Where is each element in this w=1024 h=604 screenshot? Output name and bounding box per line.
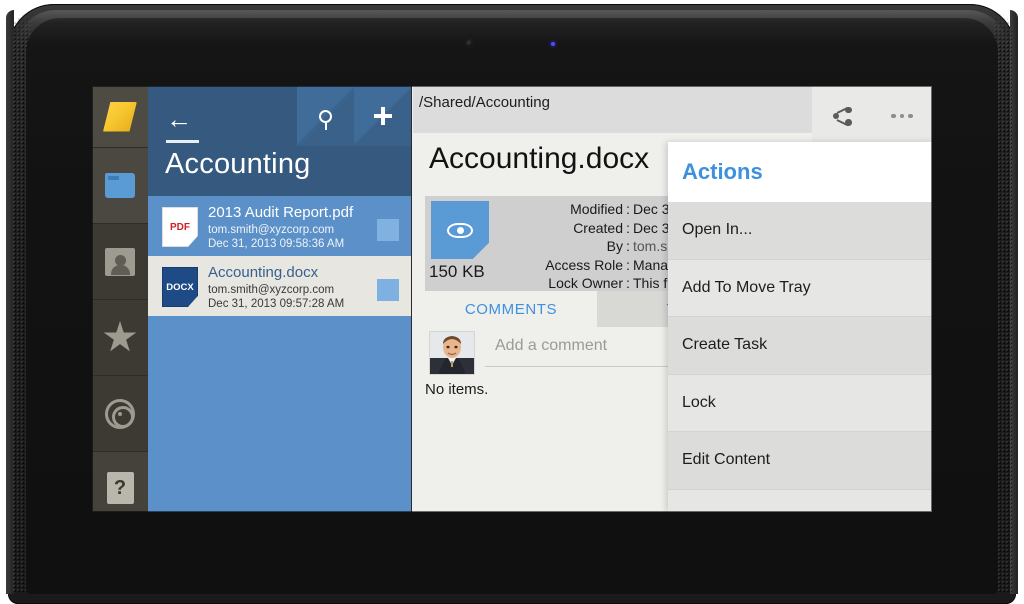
- front-camera-icon: [466, 40, 473, 47]
- eye-icon: [447, 222, 473, 238]
- actions-panel-title: Actions: [682, 159, 763, 184]
- file-name: Accounting.docx: [208, 264, 319, 281]
- target-icon: [105, 398, 135, 429]
- menu-item-edit-content[interactable]: Edit Content: [668, 432, 932, 490]
- search-icon: [319, 109, 332, 123]
- actions-panel-header: Actions: [668, 142, 932, 202]
- folder-icon: [105, 173, 135, 198]
- avatar: [429, 331, 475, 375]
- search-button[interactable]: [297, 86, 354, 146]
- user-avatar-photo: [430, 332, 474, 374]
- file-meta: 2013 Audit Report.pdf tom.smith@xyzcorp.…: [208, 203, 377, 256]
- table-row[interactable]: PDF 2013 Audit Report.pdf tom.smith@xyzc…: [148, 196, 411, 256]
- menu-item-partial[interactable]: [668, 489, 932, 512]
- file-list-header: ← Accounting: [148, 86, 411, 196]
- docx-file-icon: DOCX: [162, 267, 198, 307]
- property-key: Created: [573, 219, 623, 236]
- table-row[interactable]: DOCX Accounting.docx tom.smith@xyzcorp.c…: [148, 256, 411, 316]
- file-meta: Accounting.docx tom.smith@xyzcorp.com De…: [208, 263, 377, 316]
- sidebar-item-favorites[interactable]: [92, 300, 148, 376]
- title-accent-underline: [166, 140, 199, 143]
- file-select-checkbox[interactable]: [377, 278, 399, 301]
- breadcrumb: /Shared/Accounting: [419, 94, 550, 111]
- tab-comments[interactable]: COMMENTS: [425, 291, 597, 327]
- star-icon: [103, 321, 137, 352]
- left-nav-rail: ?: [92, 86, 148, 512]
- menu-item-create-task[interactable]: Create Task: [668, 317, 932, 375]
- notes-logo-icon: [103, 101, 137, 132]
- plus-icon: [373, 107, 392, 125]
- file-date: Dec 31, 2013 09:57:28 AM: [208, 298, 345, 310]
- document-title: Accounting.docx: [429, 142, 650, 175]
- comment-placeholder: Add a comment: [495, 337, 608, 354]
- share-button[interactable]: [812, 86, 872, 146]
- page-title: Accounting: [165, 148, 311, 180]
- add-button[interactable]: [354, 86, 411, 146]
- property-key: Access Role: [545, 256, 623, 273]
- question-mark-icon: ?: [106, 472, 134, 504]
- share-icon: [832, 106, 852, 126]
- notification-led-icon: [551, 42, 555, 46]
- tablet-device: ? ← Accounting PDF 2013 Audit Report.pdf…: [0, 0, 1024, 604]
- preview-button[interactable]: [431, 201, 489, 259]
- property-key: By: [606, 238, 623, 254]
- sidebar-item-app-logo[interactable]: [92, 86, 148, 148]
- overflow-menu-icon: [891, 113, 913, 119]
- file-size: 150 KB: [429, 262, 485, 281]
- sidebar-item-help[interactable]: ?: [92, 452, 148, 512]
- file-date: Dec 31, 2013 09:58:36 AM: [208, 238, 345, 250]
- pdf-file-icon: PDF: [162, 207, 198, 247]
- file-list-panel: ← Accounting PDF 2013 Audit Report.pdf t…: [148, 86, 412, 512]
- overflow-menu-button[interactable]: [872, 86, 932, 146]
- actions-panel: Actions Open In... Add To Move Tray Crea…: [668, 142, 932, 512]
- back-arrow-icon[interactable]: ←: [166, 106, 196, 132]
- file-owner: tom.smith@xyzcorp.com: [208, 224, 335, 236]
- empty-state-text: No items.: [425, 381, 489, 398]
- file-name: 2013 Audit Report.pdf: [208, 204, 354, 221]
- property-key: Modified: [570, 201, 623, 217]
- property-key: Lock Owner: [548, 275, 623, 291]
- menu-item-open-in[interactable]: Open In...: [668, 202, 932, 260]
- menu-item-add-to-move-tray[interactable]: Add To Move Tray: [668, 259, 932, 317]
- shared-folder-icon: [105, 247, 135, 276]
- menu-item-lock[interactable]: Lock: [668, 374, 932, 432]
- file-select-checkbox[interactable]: [377, 218, 399, 241]
- sidebar-item-activity[interactable]: [92, 376, 148, 452]
- sidebar-item-shared[interactable]: [92, 224, 148, 300]
- sidebar-item-files[interactable]: [92, 148, 148, 224]
- file-owner: tom.smith@xyzcorp.com: [208, 284, 335, 296]
- tablet-screen: ? ← Accounting PDF 2013 Audit Report.pdf…: [92, 86, 932, 512]
